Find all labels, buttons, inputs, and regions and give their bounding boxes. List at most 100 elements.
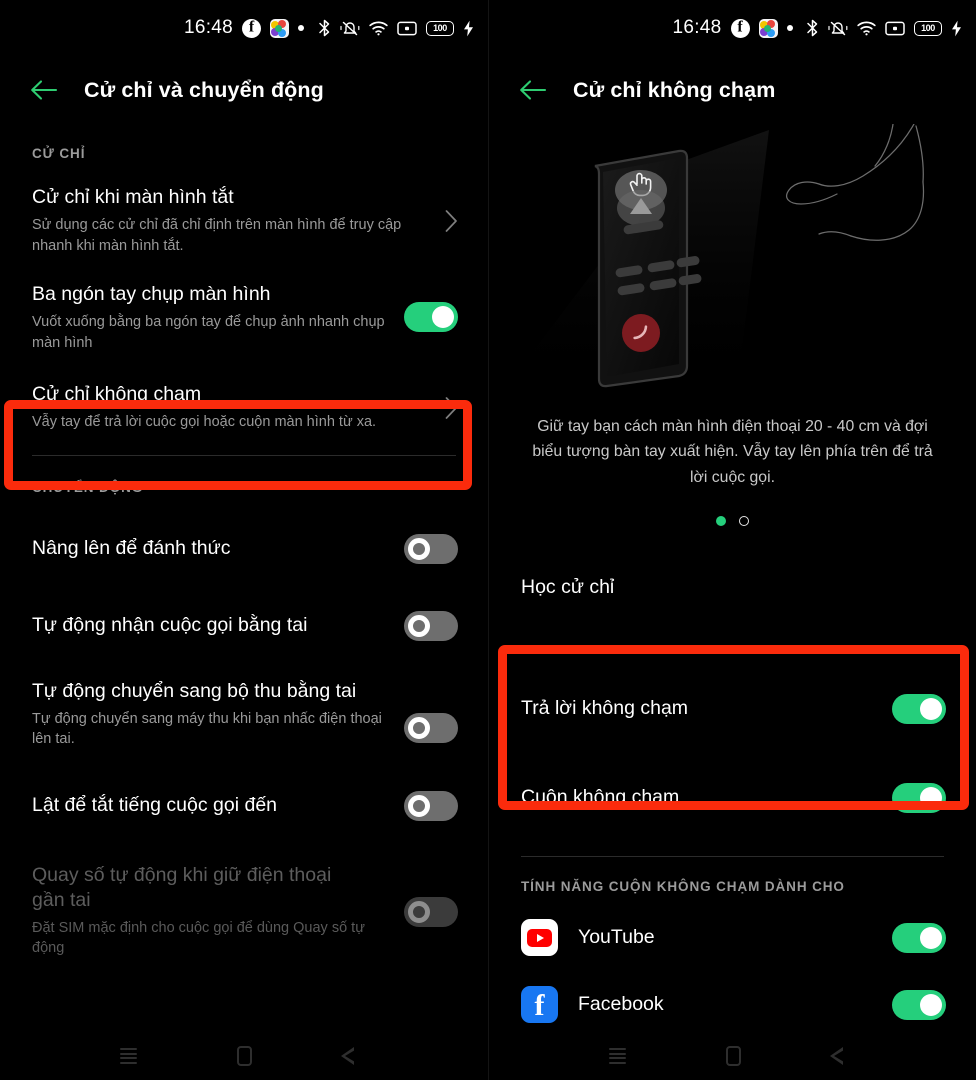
color-app-icon <box>270 18 290 38</box>
back-arrow-icon[interactable] <box>30 79 58 101</box>
home-icon <box>725 1046 741 1066</box>
list-item-title: Tự động chuyển sang bộ thu bằng tai <box>32 679 357 702</box>
list-item-learn-gestures[interactable]: Học cử chỉ <box>489 564 976 612</box>
toggle-knob <box>432 306 454 329</box>
section-label-gestures: CỬ CHỈ <box>32 146 86 161</box>
list-item-title: Trả lời không chạm <box>521 697 689 720</box>
toggle-auto-switch-receiver[interactable] <box>404 712 458 743</box>
battery-icon: 100 <box>426 20 454 36</box>
charging-bolt-icon <box>952 20 961 36</box>
navigation-bar-left <box>0 1032 488 1080</box>
recents-icon <box>119 1048 137 1064</box>
status-bar-system-icons: 100 <box>318 0 474 56</box>
list-item-air-answer[interactable]: Trả lời không chạm <box>489 685 976 733</box>
page-indicator[interactable] <box>489 515 976 526</box>
list-item-texts: Trả lời không chạm <box>521 696 892 721</box>
list-item-title: Học cử chỉ <box>521 576 615 599</box>
list-item-auto-dial[interactable]: Quay số tự động khi giữ điện thoại gần t… <box>0 863 488 959</box>
battery-icon: 100 <box>914 20 942 36</box>
list-item-texts: Cử chỉ không chạm Vẫy tay để trả lời cuộ… <box>32 382 445 433</box>
list-item-flip-to-mute[interactable]: Lật để tắt tiếng cuộc gọi đến <box>0 782 488 830</box>
navigation-bar-right <box>489 1032 976 1080</box>
list-item-title: Cuộn không chạm <box>521 786 680 809</box>
list-item-screen-off-gestures[interactable]: Cử chỉ khi màn hình tắt Sử dụng các cử c… <box>0 183 488 256</box>
right-screen: 16:48 f 100 Cử chỉ không chạm Giữ tay bạ… <box>488 0 976 1080</box>
recents-button[interactable] <box>559 1048 675 1064</box>
section-divider <box>521 647 944 649</box>
list-item-raise-to-wake[interactable]: Nâng lên để đánh thức <box>0 525 488 573</box>
toggle-app-facebook[interactable] <box>892 989 946 1020</box>
list-item-title: Nâng lên để đánh thức <box>32 537 231 560</box>
list-item-texts: Cử chỉ khi màn hình tắt Sử dụng các cử c… <box>32 185 445 256</box>
bluetooth-icon <box>807 19 818 37</box>
page-dot-inactive[interactable] <box>739 515 749 526</box>
page-title: Cử chỉ không chạm <box>573 77 776 102</box>
recents-button[interactable] <box>70 1048 186 1064</box>
toggle-auto-answer-ear[interactable] <box>404 610 458 641</box>
app-bar-right: Cử chỉ không chạm <box>489 56 976 124</box>
status-bar-right: 16:48 f 100 <box>489 0 976 56</box>
facebook-icon <box>730 18 750 38</box>
toggle-knob <box>920 697 942 720</box>
toggle-knob <box>408 716 430 739</box>
toggle-auto-dial[interactable] <box>404 896 458 927</box>
back-triangle-icon <box>340 1047 367 1065</box>
list-item-texts: Facebook <box>578 992 892 1017</box>
list-item-air-gestures[interactable]: Cử chỉ không chạm Vẫy tay để trả lời cuộ… <box>0 382 488 433</box>
list-item-air-scroll[interactable]: Cuộn không chạm <box>489 774 976 822</box>
list-item-texts: Tự động nhận cuộc gọi bằng tai <box>32 613 404 638</box>
list-item-title: Quay số tự động khi giữ điện thoại gần t… <box>32 863 332 911</box>
list-item-app-facebook[interactable]: Facebook <box>489 981 976 1029</box>
wifi-icon <box>369 21 388 36</box>
vibrate-mute-icon <box>828 21 848 36</box>
section-divider <box>521 855 944 857</box>
dot-icon <box>298 25 305 31</box>
list-item-subtitle: Vẫy tay để trả lời cuộc gọi hoặc cuộn mà… <box>32 414 377 431</box>
toggle-knob <box>408 794 430 817</box>
toggle-raise-to-wake[interactable] <box>404 533 458 564</box>
list-item-texts: YouTube <box>578 925 892 950</box>
toggle-knob <box>408 614 430 637</box>
toggle-air-scroll[interactable] <box>892 782 946 813</box>
list-item-title: Facebook <box>578 993 664 1016</box>
home-button[interactable] <box>675 1046 791 1066</box>
battery-level: 100 <box>921 22 935 33</box>
screen-record-icon <box>885 21 905 35</box>
end-call-button <box>622 314 660 352</box>
list-item-title: YouTube <box>578 926 655 949</box>
list-item-subtitle: Tự động chuyển sang máy thu khi bạn nhấc… <box>32 710 382 748</box>
wifi-icon <box>857 21 876 36</box>
list-item-texts: Lật để tắt tiếng cuộc gọi đến <box>32 793 404 818</box>
toggle-three-finger-screenshot[interactable] <box>404 302 458 333</box>
status-time: 16:48 <box>672 17 722 38</box>
list-item-subtitle: Vuốt xuống bằng ba ngón tay để chụp ảnh … <box>32 314 385 351</box>
section-label-motion: CHUYỂN ĐỘNG <box>32 479 144 495</box>
left-screen: 16:48 f 100 Cử chỉ và chuyển động CỬ CHỈ… <box>0 0 488 1080</box>
list-item-title: Tự động nhận cuộc gọi bằng tai <box>32 614 308 637</box>
status-time: 16:48 <box>183 17 234 38</box>
bluetooth-icon <box>319 19 330 37</box>
toggle-air-answer[interactable] <box>892 693 946 724</box>
toggle-knob <box>920 786 942 809</box>
list-item-title: Cử chỉ không chạm <box>32 383 202 406</box>
list-item-title: Lật để tắt tiếng cuộc gọi đến <box>32 794 278 817</box>
back-arrow-icon[interactable] <box>519 79 547 101</box>
home-button[interactable] <box>186 1046 302 1066</box>
list-item-auto-answer-ear[interactable]: Tự động nhận cuộc gọi bằng tai <box>0 602 488 650</box>
list-item-app-youtube[interactable]: YouTube <box>489 914 976 962</box>
dot-icon <box>786 25 793 31</box>
charging-bolt-icon <box>464 20 473 36</box>
list-item-auto-switch-receiver[interactable]: Tự động chuyển sang bộ thu bằng tai Tự đ… <box>0 679 488 750</box>
status-bar-system-icons: 100 <box>806 0 962 56</box>
toggle-flip-to-mute[interactable] <box>404 790 458 821</box>
back-button[interactable] <box>302 1047 418 1065</box>
screen-record-icon <box>397 21 417 35</box>
list-item-texts: Tự động chuyển sang bộ thu bằng tai Tự đ… <box>32 679 404 750</box>
toggle-app-youtube[interactable] <box>892 922 946 953</box>
page-dot-active[interactable] <box>716 515 726 526</box>
facebook-icon <box>242 18 262 38</box>
back-button[interactable] <box>791 1047 907 1065</box>
list-item-texts: Cuộn không chạm <box>521 785 892 810</box>
section-label-air-scroll-apps: TÍNH NĂNG CUỘN KHÔNG CHẠM DÀNH CHO <box>521 878 845 894</box>
list-item-three-finger-screenshot[interactable]: Ba ngón tay chụp màn hình Vuốt xuống bằn… <box>0 282 488 353</box>
